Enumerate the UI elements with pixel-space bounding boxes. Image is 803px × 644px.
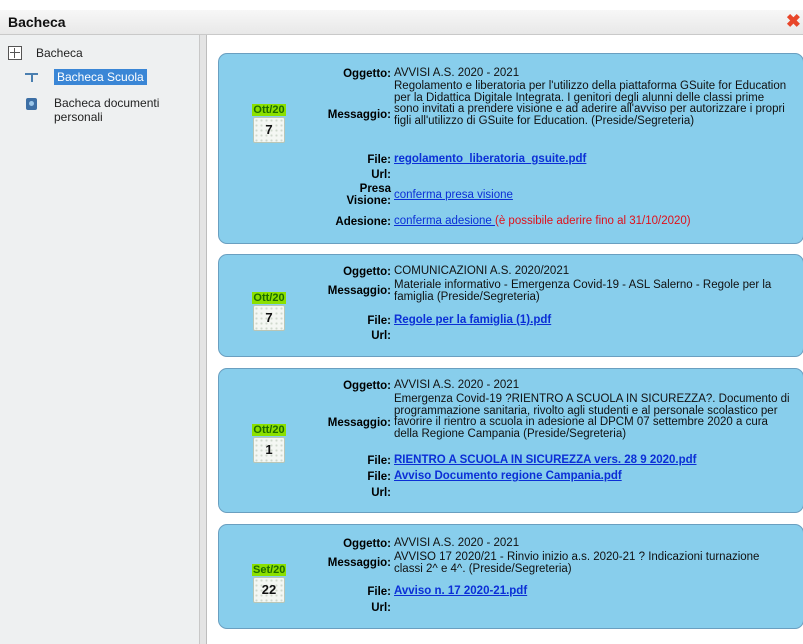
- row-messaggio: Messaggio: Emergenza Covid-19 ?RIENTRO A …: [315, 393, 795, 440]
- value-messaggio: Emergenza Covid-19 ?RIENTRO A SCUOLA IN …: [394, 393, 790, 440]
- date-day: 7: [265, 122, 273, 137]
- label-oggetto: Oggetto:: [343, 380, 391, 392]
- label-url: Url:: [371, 169, 391, 181]
- label-messaggio: Messaggio:: [327, 557, 391, 569]
- value-messaggio: Regolamento e liberatoria per l'utilizzo…: [394, 80, 787, 127]
- tree-item-label[interactable]: Bacheca Scuola: [54, 69, 147, 85]
- label-url: Url:: [371, 487, 391, 499]
- date-month: Ott/20: [252, 292, 286, 304]
- file-link[interactable]: Avviso Documento regione Campania.pdf: [394, 470, 622, 482]
- label-file: File:: [367, 315, 391, 327]
- notice-card: Set/20 22 Oggetto: AVVISI A.S. 2020 - 202…: [218, 524, 803, 629]
- label-file: File:: [367, 586, 391, 598]
- date-month: Set/20: [252, 564, 287, 576]
- row-oggetto: Oggetto: COMUNICAZIONI A.S. 2020/2021: [315, 265, 795, 278]
- value-oggetto: AVVISI A.S. 2020 - 2021: [394, 67, 520, 79]
- label-file: File:: [367, 471, 391, 483]
- notice-card: Ott/20 7 Oggetto: COMUNICAZIONI A.S. 2020…: [218, 254, 803, 357]
- date-month: Ott/20: [252, 104, 286, 116]
- label-adesione: Adesione:: [335, 216, 391, 228]
- expand-icon[interactable]: [8, 46, 22, 60]
- row-oggetto: Oggetto: AVVISI A.S. 2020 - 2021: [315, 379, 795, 392]
- adesione-deadline-note: (è possibile aderire fino al 31/10/2020): [495, 215, 691, 227]
- close-icon[interactable]: ✖: [786, 11, 801, 31]
- label-oggetto: Oggetto:: [343, 538, 391, 550]
- row-file: File: RIENTRO A SCUOLA IN SICUREZZA vers.…: [315, 454, 795, 467]
- value-messaggio: AVVISO 17 2020/21 - Rinvio inizio a.s. 2…: [394, 551, 760, 575]
- row-url: Url:: [315, 169, 795, 181]
- label-url: Url:: [371, 330, 391, 342]
- row-file: File: regolamento_liberatoria_gsuite.pdf: [315, 153, 795, 166]
- value-messaggio: Materiale informativo - Emergenza Covid-…: [394, 279, 772, 303]
- calendar-icon: 1: [253, 437, 285, 463]
- row-oggetto: Oggetto: AVVISI A.S. 2020 - 2021: [315, 67, 795, 80]
- label-messaggio: Messaggio:: [327, 109, 391, 121]
- row-url: Url:: [315, 602, 795, 614]
- file-link[interactable]: regolamento_liberatoria_gsuite.pdf: [394, 153, 586, 165]
- value-oggetto: AVVISI A.S. 2020 - 2021: [394, 379, 520, 391]
- row-file: File: Regole per la famiglia (1).pdf: [315, 314, 795, 327]
- label-file: File:: [367, 154, 391, 166]
- tree-root-bacheca[interactable]: Bacheca: [8, 43, 83, 63]
- date-day: 22: [261, 582, 277, 597]
- date-badge: Ott/20 1: [252, 422, 286, 463]
- calendar-icon: 7: [253, 117, 285, 143]
- row-file: File: Avviso n. 17 2020-21.pdf: [315, 585, 795, 598]
- row-url: Url:: [315, 330, 795, 342]
- row-url: Url:: [315, 487, 795, 499]
- date-day: 7: [265, 310, 273, 325]
- date-badge: Set/20 22: [252, 562, 287, 603]
- label-presa-visione: Presa Visione:: [346, 183, 391, 207]
- conferma-presa-visione-link[interactable]: conferma presa visione: [394, 189, 513, 201]
- tree-item-bacheca-scuola[interactable]: Bacheca Scuola: [24, 69, 147, 85]
- value-oggetto: AVVISI A.S. 2020 - 2021: [394, 537, 520, 549]
- label-oggetto: Oggetto:: [343, 68, 391, 80]
- row-messaggio: Messaggio: AVVISO 17 2020/21 - Rinvio ini…: [315, 551, 795, 575]
- document-icon: [24, 97, 40, 111]
- notice-card: Ott/20 1 Oggetto: AVVISI A.S. 2020 - 2021…: [218, 368, 803, 513]
- row-file: File: Avviso Documento regione Campania.p…: [315, 470, 795, 483]
- label-url: Url:: [371, 602, 391, 614]
- file-link[interactable]: Avviso n. 17 2020-21.pdf: [394, 585, 527, 597]
- window-title: Bacheca: [8, 14, 66, 30]
- conferma-adesione-link[interactable]: conferma adesione: [394, 215, 495, 227]
- window-titlebar: Bacheca ✖: [0, 10, 803, 35]
- label-messaggio: Messaggio:: [327, 285, 391, 297]
- date-badge: Ott/20 7: [252, 102, 286, 143]
- label-oggetto: Oggetto:: [343, 266, 391, 278]
- calendar-icon: 22: [253, 577, 285, 603]
- tree-root-label: Bacheca: [36, 46, 83, 60]
- value-oggetto: COMUNICAZIONI A.S. 2020/2021: [394, 265, 570, 277]
- board-icon: [24, 70, 40, 84]
- date-day: 1: [265, 442, 273, 457]
- file-link[interactable]: Regole per la famiglia (1).pdf: [394, 314, 551, 326]
- row-messaggio: Messaggio: Materiale informativo - Emerge…: [315, 279, 795, 303]
- label-file: File:: [367, 455, 391, 467]
- date-badge: Ott/20 7: [252, 290, 286, 331]
- row-oggetto: Oggetto: AVVISI A.S. 2020 - 2021: [315, 537, 795, 550]
- sidebar-tree: Bacheca Bacheca Scuola Bacheca documenti…: [0, 35, 200, 644]
- panel-splitter[interactable]: [200, 35, 207, 644]
- date-month: Ott/20: [252, 424, 286, 436]
- tree-item-label[interactable]: Bacheca documenti personali: [54, 96, 174, 124]
- row-presa-visione: Presa Visione: conferma presa visione: [315, 183, 795, 207]
- label-messaggio: Messaggio:: [327, 417, 391, 429]
- row-adesione: Adesione: conferma adesione (è possibile …: [315, 215, 795, 228]
- notice-card: Ott/20 7 Oggetto: AVVISI A.S. 2020 - 2021…: [218, 53, 803, 244]
- tree-item-bacheca-documenti-personali[interactable]: Bacheca documenti personali: [24, 96, 174, 124]
- calendar-icon: 7: [253, 305, 285, 331]
- file-link[interactable]: RIENTRO A SCUOLA IN SICUREZZA vers. 28 9…: [394, 454, 696, 466]
- row-messaggio: Messaggio: Regolamento e liberatoria per …: [315, 80, 795, 127]
